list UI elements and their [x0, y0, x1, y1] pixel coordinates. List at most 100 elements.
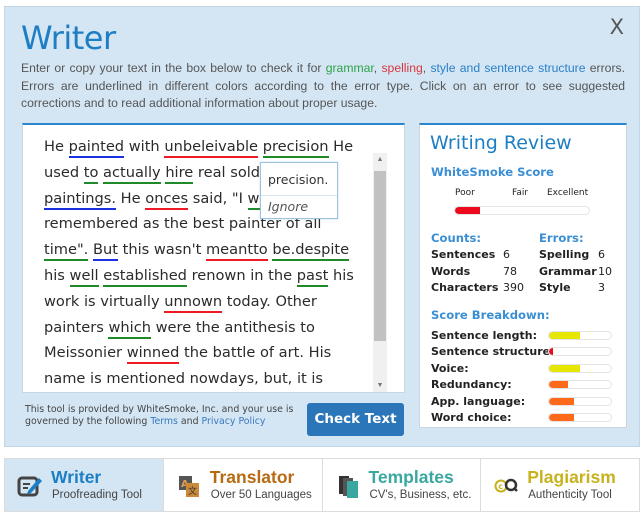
editor-scrollbar[interactable]: ▲ ▼: [373, 153, 387, 392]
scroll-thumb[interactable]: [374, 171, 386, 341]
review-title: Writing Review: [430, 132, 572, 154]
text-segment: work is virtually: [44, 292, 165, 310]
scale-excellent: Excellent: [547, 188, 589, 198]
grammar-error[interactable]: be.despite: [272, 241, 350, 262]
breakdown-bar-fill: [549, 364, 580, 372]
tab-title: Writer: [51, 467, 102, 487]
text-segment: [258, 138, 263, 155]
style-error[interactable]: painted: [68, 138, 125, 158]
text-segment: renown in the: [186, 266, 297, 284]
spelling-keyword: spelling: [381, 61, 423, 75]
tab-writer[interactable]: Writer Proofreading Tool: [5, 459, 164, 511]
intro-text: Enter or copy your text in the box below…: [21, 60, 625, 113]
scale-fair: Fair: [512, 188, 529, 198]
grammar-error[interactable]: time".: [44, 241, 89, 262]
spelling-error[interactable]: unbeleivable: [164, 138, 259, 158]
page-title: Writer: [21, 19, 116, 57]
tab-translator[interactable]: A 文 Translator Over 50 Languages: [163, 459, 323, 511]
suggestion-option[interactable]: precision.: [268, 172, 328, 187]
count-label: Words: [431, 264, 471, 278]
spelling-error[interactable]: onces: [145, 189, 189, 210]
copyright-search-icon: c: [493, 473, 519, 499]
grammar-error[interactable]: which: [108, 318, 151, 339]
scale-poor: Poor: [455, 188, 475, 198]
tab-plagiarism[interactable]: c Plagiarism Authenticity Tool: [481, 459, 639, 511]
intro-part1: Enter or copy your text in the box below…: [21, 61, 326, 75]
tab-templates[interactable]: Templates CV's, Business, etc.: [322, 459, 482, 511]
translate-icon: A文: [176, 473, 202, 499]
breakdown-bar: [548, 396, 612, 406]
tab-subtitle: Authenticity Tool: [528, 489, 612, 501]
text-segment: the battle of art. His: [179, 344, 332, 362]
grammar-error[interactable]: hire: [165, 163, 194, 184]
text-segment: today. Other: [222, 292, 317, 310]
writer-panel: Writer X Enter or copy your text in the …: [4, 6, 640, 447]
score-heading: WhiteSmoke Score: [431, 165, 554, 179]
grammar-error[interactable]: precision: [262, 138, 329, 158]
popup-divider: [261, 195, 337, 196]
scroll-down-arrow-icon[interactable]: ▼: [373, 379, 387, 392]
error-label: Grammar: [539, 264, 597, 278]
text-segment: his: [44, 266, 70, 284]
privacy-policy-link[interactable]: Privacy Policy: [202, 416, 266, 427]
svg-text:文: 文: [188, 485, 197, 497]
editor-line: time". But this wasn't meantto be.despit…: [44, 237, 374, 263]
scroll-up-arrow-icon[interactable]: ▲: [373, 153, 387, 167]
grammar-error[interactable]: to: [83, 163, 99, 184]
editor-line: his well established renown in the past …: [44, 263, 374, 289]
check-text-button[interactable]: Check Text: [307, 403, 404, 436]
close-button[interactable]: X: [610, 15, 624, 39]
tab-title: Templates: [368, 467, 454, 487]
ignore-option[interactable]: Ignore: [268, 199, 308, 214]
grammar-error[interactable]: actually: [103, 163, 161, 184]
grammar-error[interactable]: established: [103, 266, 187, 287]
text-segment: his: [328, 266, 354, 284]
tab-subtitle: CV's, Business, etc.: [369, 489, 472, 501]
text-segment: He: [44, 138, 69, 155]
style-error[interactable]: But: [92, 241, 118, 262]
notice-and: and: [177, 416, 202, 427]
count-label: Characters: [431, 281, 499, 294]
spelling-error[interactable]: winned: [126, 344, 180, 365]
grammar-keyword: grammar: [325, 61, 374, 75]
breakdown-bar-fill: [549, 414, 574, 421]
breakdown-label: Redundancy:: [431, 378, 512, 392]
tab-subtitle: Proofreading Tool: [52, 489, 142, 501]
text-segment: with: [124, 138, 165, 155]
suggestion-popup: precision. Ignore: [260, 162, 338, 219]
spelling-error[interactable]: meantto: [205, 241, 268, 262]
tab-title: Plagiarism: [527, 467, 616, 487]
text-segment: said, "I: [188, 189, 248, 207]
breakdown-bar-fill: [549, 381, 568, 389]
editor-line: Meissonier winned the battle of art. His: [44, 340, 374, 366]
breakdown-bar: [548, 347, 612, 357]
text-segment: used: [44, 163, 84, 181]
breakdown-bar: [548, 363, 612, 373]
edit-icon: [17, 473, 43, 499]
editor-line: painters which were the antithesis to: [44, 315, 374, 341]
breakdown-label: App. language:: [431, 394, 526, 408]
legal-notice: This tool is provided by WhiteSmoke, Inc…: [25, 404, 300, 428]
documents-icon: [335, 473, 361, 499]
count-value: 78: [503, 264, 517, 278]
terms-link[interactable]: Terms: [150, 416, 178, 427]
breakdown-bar-fill: [549, 332, 580, 339]
counts-heading: Counts:: [431, 231, 482, 245]
breakdown-bar-fill: [549, 348, 553, 356]
error-value: 3: [598, 281, 605, 294]
text-segment: were the antithesis to: [150, 318, 315, 336]
score-bar-fill: [455, 207, 481, 214]
breakdown-label: Sentence length:: [431, 329, 537, 342]
error-label: Spelling: [539, 248, 590, 261]
breakdown-label: Sentence structure:: [431, 345, 555, 359]
errors-heading: Errors:: [539, 231, 584, 245]
spelling-error[interactable]: unnown: [164, 292, 223, 313]
text-editor[interactable]: He painted with unbeleivable precision H…: [22, 123, 405, 393]
style-error[interactable]: paintings.: [44, 189, 117, 210]
grammar-error[interactable]: past: [296, 266, 329, 287]
breakdown-label: Word choice:: [431, 411, 512, 424]
count-value: 390: [503, 281, 524, 294]
grammar-error[interactable]: well: [69, 266, 99, 287]
editor-line: name is mentioned nowdays, but, it is: [44, 366, 374, 392]
writing-review-panel: Writing Review WhiteSmoke Score Poor Fai…: [419, 123, 627, 428]
